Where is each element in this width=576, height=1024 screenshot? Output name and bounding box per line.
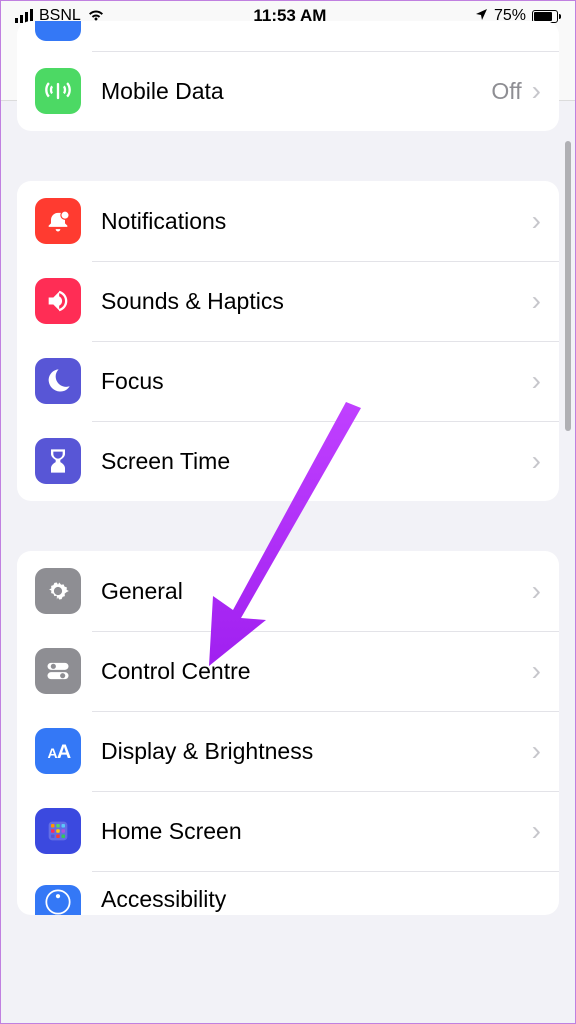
row-label: Sounds & Haptics [101,288,532,315]
bell-badge-icon [35,198,81,244]
chevron-right-icon: › [532,365,541,397]
app-icon [35,21,81,41]
settings-group-general: General › Control Centre › AA Display & … [17,551,559,915]
moon-icon [35,358,81,404]
control-centre-row[interactable]: Control Centre › [17,631,559,711]
row-label: Control Centre [101,658,532,685]
settings-group-connectivity: Mobile Data Off › [17,21,559,131]
chevron-right-icon: › [532,445,541,477]
row-label: Home Screen [101,818,532,845]
accessibility-icon [35,885,81,915]
list-item[interactable] [17,21,559,51]
home-screen-row[interactable]: Home Screen › [17,791,559,871]
scrollbar[interactable] [565,141,571,431]
row-label: Screen Time [101,448,532,475]
gear-icon [35,568,81,614]
chevron-right-icon: › [532,285,541,317]
chevron-right-icon: › [532,75,541,107]
grid-apps-icon [35,808,81,854]
antenna-icon [35,68,81,114]
row-label: Display & Brightness [101,738,532,765]
row-value: Off [491,78,521,105]
accessibility-row[interactable]: Accessibility [17,871,559,915]
hourglass-icon [35,438,81,484]
chevron-right-icon: › [532,205,541,237]
row-label: Mobile Data [101,78,491,105]
row-label: Focus [101,368,532,395]
speaker-icon [35,278,81,324]
row-label: Notifications [101,208,532,235]
settings-group-notifications: Notifications › Sounds & Haptics › Focus… [17,181,559,501]
chevron-right-icon: › [532,735,541,767]
text-size-icon: AA [35,728,81,774]
focus-row[interactable]: Focus › [17,341,559,421]
chevron-right-icon: › [532,575,541,607]
display-brightness-row[interactable]: AA Display & Brightness › [17,711,559,791]
svg-text:A: A [57,741,71,763]
chevron-right-icon: › [532,655,541,687]
mobile-data-row[interactable]: Mobile Data Off › [17,51,559,131]
general-row[interactable]: General › [17,551,559,631]
settings-scroll-area[interactable]: Mobile Data Off › Notifications › Sounds… [1,101,575,1023]
row-label: General [101,578,532,605]
toggles-icon [35,648,81,694]
chevron-right-icon: › [532,815,541,847]
row-label: Accessibility [101,886,541,915]
screen-time-row[interactable]: Screen Time › [17,421,559,501]
notifications-row[interactable]: Notifications › [17,181,559,261]
sounds-haptics-row[interactable]: Sounds & Haptics › [17,261,559,341]
